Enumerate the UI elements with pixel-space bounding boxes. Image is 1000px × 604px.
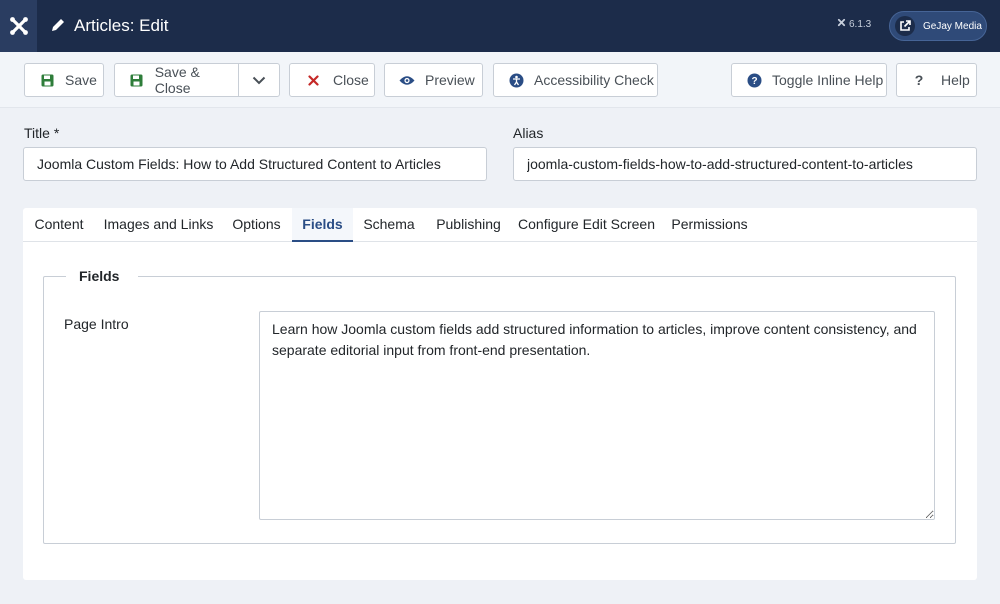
question-icon: ? <box>914 72 924 88</box>
toggle-inline-help-button[interactable]: ? Toggle Inline Help <box>731 63 887 97</box>
tab-schema[interactable]: Schema <box>353 208 425 242</box>
site-label: GeJay Media <box>923 20 982 32</box>
tab-permissions[interactable]: Permissions <box>661 208 758 242</box>
toolbar: Save Save & Close Close Preview Accessib… <box>0 52 1000 108</box>
page-intro-textarea[interactable]: Learn how Joomla custom fields add struc… <box>259 311 935 520</box>
fields-legend: Fields <box>66 267 139 285</box>
tab-options[interactable]: Options <box>222 208 291 242</box>
preview-label: Preview <box>425 72 475 88</box>
accessibility-icon <box>508 72 524 88</box>
tab-content[interactable]: Content <box>23 208 95 242</box>
tab-fields[interactable]: Fields <box>292 208 353 242</box>
close-label: Close <box>333 72 369 88</box>
title-input[interactable] <box>23 147 487 181</box>
tab-bar: Content Images and Links Options Fields … <box>23 208 977 242</box>
close-icon <box>305 72 321 88</box>
external-link-icon <box>895 16 915 36</box>
help-button[interactable]: ? Help <box>896 63 977 97</box>
accessibility-check-button[interactable]: Accessibility Check <box>493 63 658 97</box>
save-close-button[interactable]: Save & Close <box>114 63 239 97</box>
close-button[interactable]: Close <box>289 63 375 97</box>
page-intro-label: Page Intro <box>64 316 129 332</box>
editor-panel: Content Images and Links Options Fields … <box>23 208 977 580</box>
alias-label: Alias <box>513 125 544 141</box>
save-close-label: Save & Close <box>154 64 200 96</box>
tab-configure-edit-screen[interactable]: Configure Edit Screen <box>512 208 661 242</box>
eye-icon <box>399 72 415 88</box>
version-badge: 6.1.3 <box>837 18 871 30</box>
page-title: Articles: Edit <box>74 16 169 35</box>
save-button[interactable]: Save <box>24 63 104 97</box>
tab-images-and-links[interactable]: Images and Links <box>95 208 222 242</box>
save-options-dropdown[interactable] <box>238 63 280 97</box>
joomla-logo-icon[interactable] <box>0 0 37 52</box>
title-label: Title * <box>24 125 60 141</box>
svg-text:?: ? <box>751 76 757 87</box>
pencil-icon <box>50 17 66 36</box>
joomla-small-icon <box>837 18 846 30</box>
save-icon <box>39 72 55 88</box>
view-site-button[interactable]: GeJay Media <box>889 11 987 41</box>
question-circle-icon: ? <box>746 72 762 88</box>
save-icon <box>129 72 145 88</box>
save-label: Save <box>65 72 97 88</box>
inline-help-label: Toggle Inline Help <box>772 72 884 88</box>
help-label: Help <box>941 72 970 88</box>
preview-button[interactable]: Preview <box>384 63 483 97</box>
app-header: Articles: Edit 6.1.3 GeJay Media <box>0 0 1000 52</box>
chevron-down-icon <box>252 72 266 88</box>
alias-input[interactable] <box>513 147 977 181</box>
tab-publishing[interactable]: Publishing <box>425 208 512 242</box>
version-text: 6.1.3 <box>849 18 872 30</box>
accessibility-label: Accessibility Check <box>534 72 654 88</box>
